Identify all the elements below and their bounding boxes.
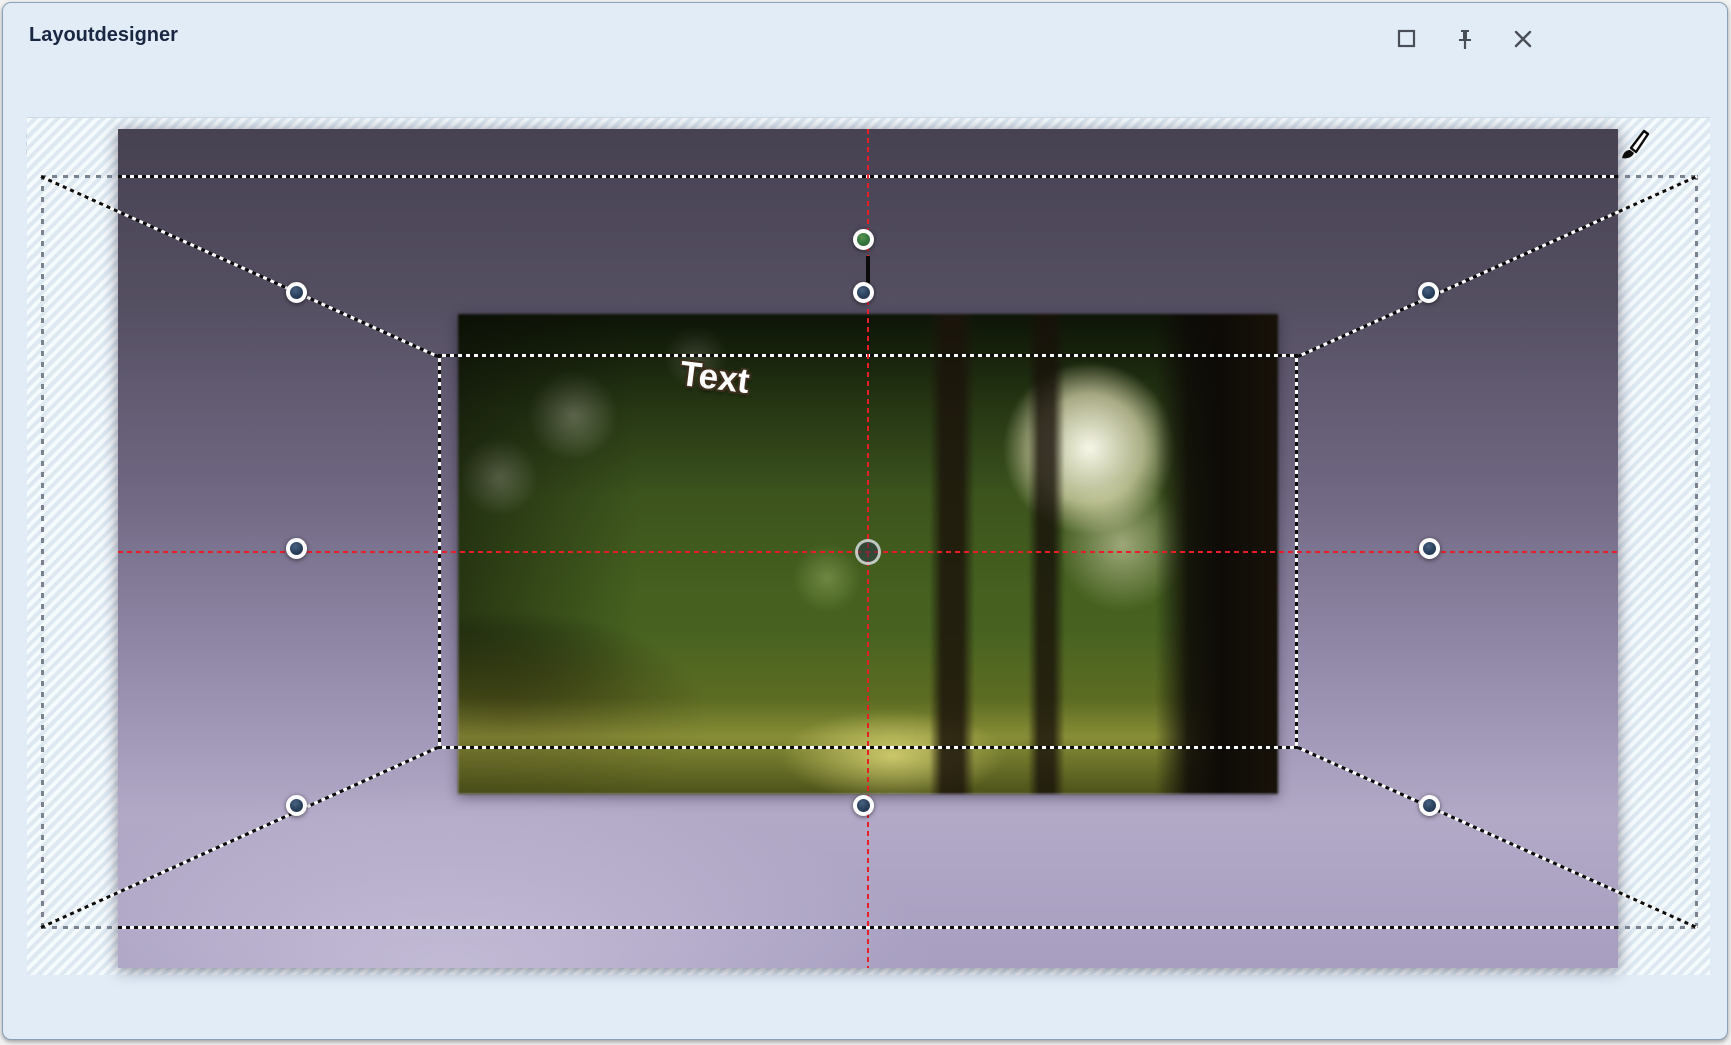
resize-handle-top[interactable] bbox=[853, 282, 874, 303]
image-caption[interactable]: Text bbox=[678, 354, 752, 402]
rotation-handle[interactable] bbox=[853, 229, 874, 250]
pin-icon bbox=[1453, 27, 1477, 51]
maximize-button[interactable] bbox=[1395, 27, 1419, 51]
center-handle[interactable] bbox=[855, 539, 881, 565]
background-brush-button[interactable] bbox=[1611, 122, 1653, 168]
toolbar: Zeitmarke: 0 s bbox=[3, 59, 1727, 115]
outer-wireframe-right bbox=[1695, 175, 1698, 929]
brush-icon bbox=[1611, 122, 1653, 168]
pin-button[interactable] bbox=[1453, 27, 1477, 51]
close-icon bbox=[1511, 27, 1535, 51]
resize-handle-left[interactable] bbox=[286, 538, 307, 559]
rotation-stem bbox=[866, 256, 870, 285]
resize-handle-right[interactable] bbox=[1419, 538, 1440, 559]
titlebar: Layoutdesigner bbox=[3, 3, 1727, 59]
layoutdesigner-window: Layoutdesigner bbox=[2, 2, 1728, 1040]
resize-handle-bottomright[interactable] bbox=[1419, 795, 1440, 816]
resize-handle-bottomleft[interactable] bbox=[286, 795, 307, 816]
transport-bar: 00:00.000 Live-Vorschau − + bbox=[3, 975, 1727, 1040]
window-title: Layoutdesigner bbox=[29, 24, 178, 47]
close-button[interactable] bbox=[1511, 27, 1535, 51]
maximize-icon bbox=[1395, 27, 1419, 51]
resize-handle-bottom[interactable] bbox=[853, 795, 874, 816]
outer-wireframe-left bbox=[41, 175, 44, 929]
layout-canvas: Text bbox=[27, 117, 1710, 975]
resize-handle-topleft[interactable] bbox=[286, 282, 307, 303]
resize-handle-topright[interactable] bbox=[1418, 282, 1439, 303]
